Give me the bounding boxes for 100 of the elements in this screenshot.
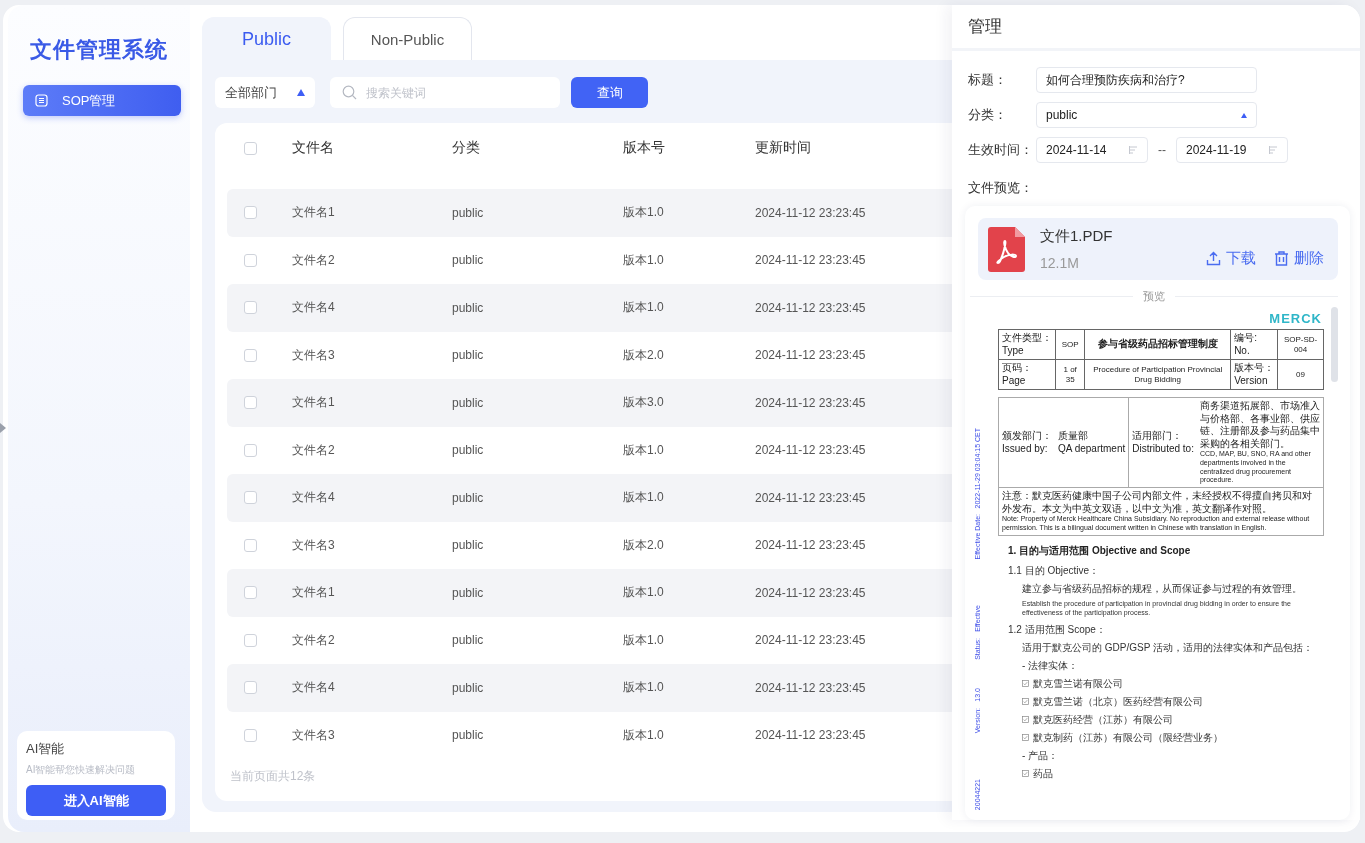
subsection-heading: 1.1 目的 Objective： [1008, 563, 1101, 578]
collapse-handle-icon[interactable] [0, 423, 6, 433]
table-cell-text: 文件名4 [292, 679, 336, 697]
table-cell-text: 版本1.0 [623, 204, 665, 222]
caret-icon [1241, 112, 1247, 118]
table-cell-text: 文件名4 [292, 489, 336, 507]
table-cell: 页码： Page [998, 359, 1056, 390]
checkbox[interactable] [244, 301, 257, 315]
checkbox[interactable] [244, 348, 257, 362]
table-cell-text: public [452, 728, 485, 743]
search-field[interactable]: 搜索关键词 [330, 77, 560, 108]
checkbox[interactable] [244, 253, 257, 267]
checkbox[interactable] [244, 633, 257, 647]
tab[interactable]: Non-Public [343, 17, 472, 60]
table-cell-text: public [452, 395, 485, 410]
table-cell-text: 文件名1 [292, 204, 336, 222]
category-select[interactable]: public [1036, 102, 1257, 128]
table-cell-text: 版本1.0 [623, 299, 665, 317]
table-cell-text: public [452, 538, 485, 553]
paragraph: 适用于默克公司的 GDP/GSP 活动，适用的法律实体和产品包括： [1022, 640, 1314, 655]
pdf-file-icon [988, 226, 1025, 272]
table-cell-text: public [452, 490, 485, 505]
enter-ai-button[interactable]: 进入AI智能 [26, 785, 166, 816]
table-cell-text: 2024-11-12 23:23:45 [755, 253, 867, 268]
table-cell-text: 版本3.0 [623, 394, 665, 412]
table-cell-text: 版本1.0 [623, 441, 665, 459]
checkbox-icon [1022, 698, 1029, 706]
table-cell: 文件类型： Type [998, 329, 1056, 360]
table-cell: 1 of 35 [1055, 359, 1085, 390]
checkbox[interactable] [244, 396, 257, 410]
file-name: 文件1.PDF [1040, 227, 1113, 246]
list-label: - 产品： [1022, 748, 1060, 763]
table-cell: Procedure of Participation Provincial Drug Bidding [1084, 359, 1231, 390]
date-field[interactable]: 2024-11-14 [1036, 137, 1148, 163]
field-label: 生效时间： [968, 141, 1034, 159]
tab[interactable]: Public [202, 17, 331, 60]
table-cell-text: 2024-11-12 23:23:45 [755, 490, 867, 505]
table-cell-text: public [452, 633, 485, 648]
subsection-heading: 1.2 适用范围 Scope： [1008, 622, 1107, 637]
list-item: 药品 [1033, 766, 1053, 781]
query-button[interactable]: 查询 [571, 77, 648, 108]
table-cell-text: 文件名2 [292, 251, 336, 269]
table-cell-text: 2024-11-12 23:23:45 [755, 348, 867, 363]
delete-link[interactable]: 删除 [1274, 249, 1324, 268]
column-header: 文件名 [292, 139, 335, 157]
checkbox-icon [1022, 716, 1029, 724]
field-label: 标题： [968, 71, 1008, 89]
trash-icon [1274, 251, 1289, 266]
table-cell-text: public [452, 443, 485, 458]
checkbox[interactable] [244, 206, 257, 220]
column-header: 更新时间 [755, 139, 812, 157]
field-label: 文件预览： [967, 179, 1034, 197]
checkbox[interactable] [244, 443, 257, 457]
section-heading: 1. 目的与适用范围 Objective and Scope [1008, 543, 1192, 558]
table-cell-text: 版本2.0 [623, 536, 665, 554]
upload-icon [1206, 251, 1221, 266]
column-header: 版本号 [623, 139, 666, 157]
table-cell-text: 文件名2 [292, 631, 336, 649]
date-field[interactable]: 2024-11-19 [1176, 137, 1288, 163]
list-item: 默克制药（江苏）有限公司（限经营业务） [1033, 730, 1223, 745]
table-cell: 适用部门： Distributed to: [1128, 397, 1197, 488]
checkbox-icon [1022, 770, 1029, 778]
table-cell: 参与省级药品招标管理制度 [1084, 329, 1231, 360]
field-label: 分类： [968, 106, 1008, 124]
checkbox[interactable] [244, 586, 257, 600]
table-cell-text: 2024-11-12 23:23:45 [755, 395, 867, 410]
menu-item[interactable]: SOP管理 [23, 85, 181, 116]
app-title: 文件管理系统 [30, 36, 169, 64]
download-link[interactable]: 下载 [1206, 249, 1256, 268]
checkbox[interactable] [244, 681, 257, 695]
list-item: 默克雪兰诺（北京）医药经营有限公司 [1033, 694, 1203, 709]
column-header: 分类 [452, 139, 481, 157]
table-cell-text: public [452, 300, 485, 315]
table-cell-text: 版本1.0 [623, 584, 665, 602]
table-cell: 09 [1277, 359, 1324, 390]
table-cell-text: 版本1.0 [623, 489, 665, 507]
table-cell: 质量部 QA department [1055, 397, 1129, 488]
checkbox-icon [1022, 734, 1029, 742]
table-cell: SOP-SD-004 [1277, 329, 1324, 360]
checkbox[interactable] [244, 141, 257, 155]
checkbox[interactable] [244, 728, 257, 742]
range-separator: -- [1157, 143, 1167, 157]
department-dropdown[interactable]: 全部部门 [215, 77, 315, 108]
logo: MERCK [1269, 311, 1322, 326]
checkbox[interactable] [244, 491, 257, 505]
table-cell-text: 2024-11-12 23:23:45 [755, 300, 867, 315]
table-cell: 版本号： Version [1230, 359, 1278, 390]
ai-card-title: AI智能 [26, 740, 66, 758]
table-cell-text: 版本1.0 [623, 726, 665, 744]
calendar-icon [1129, 146, 1138, 154]
caret-icon [297, 89, 305, 96]
search-icon [342, 85, 357, 100]
table-cell-text: 版本2.0 [623, 346, 665, 364]
table-cell-text: public [452, 348, 485, 363]
table-cell-text: 2024-11-12 23:23:45 [755, 585, 867, 600]
table-cell-text: 2024-11-12 23:23:45 [755, 443, 867, 458]
checkbox[interactable] [244, 538, 257, 552]
calendar-icon [1269, 146, 1278, 154]
title-field[interactable]: 如何合理预防疾病和治疗? [1036, 67, 1257, 93]
table-cell-text: 版本1.0 [623, 631, 665, 649]
